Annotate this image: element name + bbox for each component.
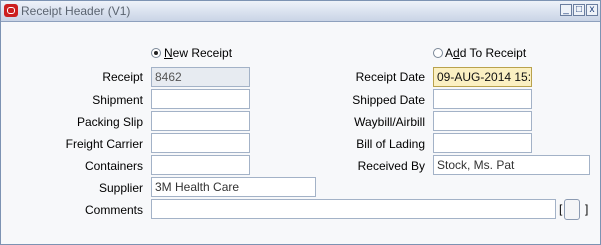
add-to-receipt-label-pre: A — [445, 46, 454, 60]
comments-field[interactable] — [151, 199, 556, 219]
packing-slip-field[interactable] — [151, 111, 250, 131]
bill-of-lading-field[interactable] — [433, 133, 532, 153]
waybill-airbill-field[interactable] — [433, 111, 532, 131]
containers-field[interactable] — [151, 155, 250, 175]
received-by-field[interactable]: Stock, Ms. Pat — [433, 155, 590, 175]
flex-close-bracket: ] — [585, 202, 589, 216]
shipment-label: Shipment — [92, 93, 143, 107]
new-receipt-label[interactable]: New Receipt — [164, 46, 232, 60]
add-to-receipt-mnemonic: d — [453, 46, 460, 60]
add-to-receipt-label[interactable]: Add To Receipt — [445, 46, 526, 60]
freight-carrier-field[interactable] — [151, 133, 250, 153]
flex-open-bracket: [ — [559, 202, 563, 216]
bill-of-lading-label: Bill of Lading — [356, 137, 425, 151]
title-bar: Receipt Header (V1) _ □ x — [1, 1, 600, 22]
supplier-label: Supplier — [98, 181, 143, 195]
containers-label: Containers — [84, 159, 143, 173]
receipt-number-field[interactable]: 8462 — [151, 67, 250, 87]
add-to-receipt-label-rest: d To Receipt — [459, 46, 527, 60]
shipment-field[interactable] — [151, 89, 250, 109]
close-button[interactable]: x — [586, 4, 598, 16]
oracle-app-icon — [4, 4, 18, 17]
shipped-date-field[interactable] — [433, 89, 532, 109]
maximize-button[interactable]: □ — [573, 4, 585, 16]
waybill-airbill-label: Waybill/Airbill — [354, 115, 425, 129]
freight-carrier-label: Freight Carrier — [65, 137, 143, 151]
comments-label: Comments — [84, 203, 143, 217]
receipt-date-label: Receipt Date — [355, 70, 425, 84]
minimize-button[interactable]: _ — [560, 4, 572, 16]
receipt-label: Receipt — [102, 70, 143, 84]
receipt-date-field[interactable]: 09-AUG-2014 15:54 — [433, 67, 532, 87]
new-receipt-radio[interactable] — [151, 48, 161, 58]
new-receipt-label-rest: ew Receipt — [172, 46, 233, 60]
received-by-label: Received By — [357, 159, 425, 173]
window-title: Receipt Header (V1) — [21, 4, 131, 18]
supplier-field[interactable]: 3M Health Care — [151, 177, 316, 197]
new-receipt-mnemonic: N — [164, 46, 173, 60]
packing-slip-label: Packing Slip — [76, 115, 143, 129]
shipped-date-label: Shipped Date — [352, 93, 425, 107]
descriptive-flexfield-button[interactable] — [564, 199, 580, 220]
add-to-receipt-radio[interactable] — [433, 48, 443, 58]
